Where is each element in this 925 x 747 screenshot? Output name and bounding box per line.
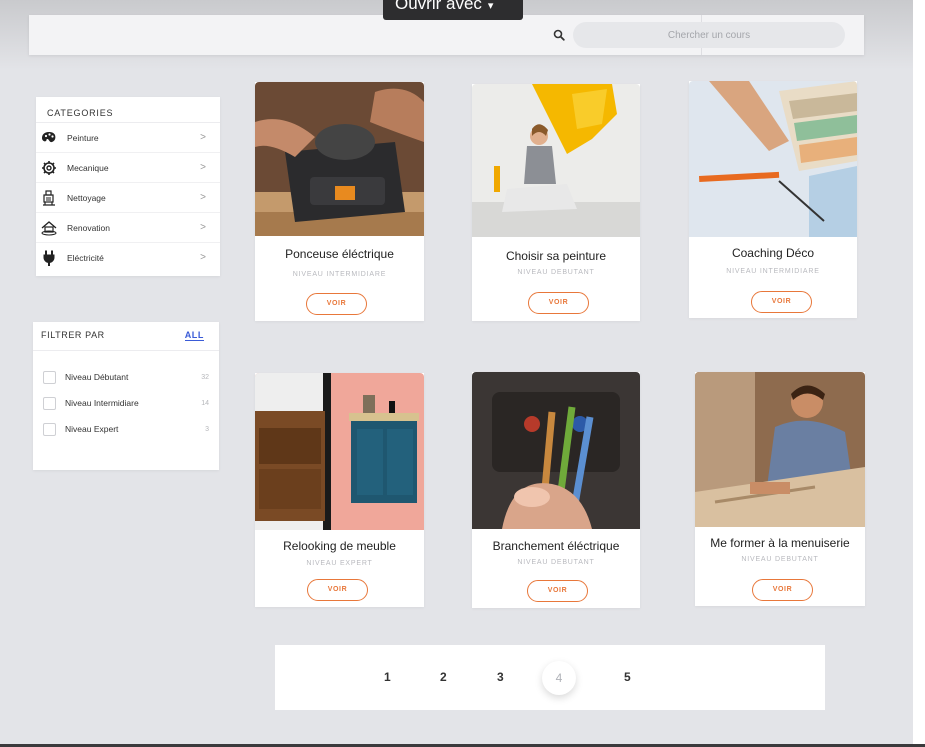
categories-panel: CATEGORIES Peinture > Mecanique > Nettoy… xyxy=(36,97,220,276)
voir-button[interactable]: VOIR xyxy=(306,293,367,315)
filter-option-count: 32 xyxy=(201,373,209,381)
filter-all-link[interactable]: ALL xyxy=(184,330,204,341)
course-card[interactable]: Coaching Déco NIVEAU INTERMIDIARE VOIR xyxy=(689,81,857,318)
voir-button[interactable]: VOIR xyxy=(752,579,813,601)
course-level: NIVEAU DEBUTANT xyxy=(741,556,819,563)
course-image-furniture xyxy=(255,373,424,530)
course-level: NIVEAU INTERMIDIARE xyxy=(726,268,820,275)
filter-header: FILTRER PAR ALL xyxy=(33,322,219,351)
course-level: NIVEAU DEBUTANT xyxy=(517,559,595,566)
category-label: Renovation xyxy=(67,222,111,233)
category-item-nettoyage[interactable]: Nettoyage > xyxy=(36,183,220,213)
category-label: Nettoyage xyxy=(67,192,106,203)
chevron-right-icon: > xyxy=(200,222,206,233)
filter-option-label: Niveau Expert xyxy=(65,424,119,434)
chevron-right-icon: > xyxy=(200,252,206,263)
page-link-1[interactable]: 1 xyxy=(384,670,391,684)
chevron-right-icon: > xyxy=(200,162,206,173)
category-item-peinture[interactable]: Peinture > xyxy=(36,123,220,153)
course-image-woodworking xyxy=(695,372,865,527)
voir-button[interactable]: VOIR xyxy=(307,579,368,601)
course-card[interactable]: Branchement éléctrique NIVEAU DEBUTANT V… xyxy=(472,372,640,608)
filter-option-count: 14 xyxy=(201,399,209,407)
renovation-icon xyxy=(41,220,57,235)
course-title: Branchement éléctrique xyxy=(492,539,620,553)
category-label: Mecanique xyxy=(67,162,109,173)
page-link-3[interactable]: 3 xyxy=(497,670,504,684)
filter-option-expert[interactable]: Niveau Expert 3 xyxy=(43,422,209,436)
course-title: Choisir sa peinture xyxy=(505,249,607,263)
filter-title: FILTRER PAR xyxy=(41,330,105,340)
open-with-label: Ouvrir avec xyxy=(395,0,482,13)
search-icon[interactable] xyxy=(553,29,565,41)
course-card[interactable]: Me former à la menuiserie NIVEAU DEBUTAN… xyxy=(695,372,865,606)
filter-option-label: Niveau Débutant xyxy=(65,372,129,382)
search-bar xyxy=(29,15,864,55)
course-title: Me former à la menuiserie xyxy=(710,536,850,550)
categories-title: CATEGORIES xyxy=(36,97,220,123)
filter-option-label: Niveau Intermidiare xyxy=(65,398,139,408)
course-title: Coaching Déco xyxy=(731,246,815,260)
gear-icon xyxy=(42,160,56,175)
page-link-current[interactable]: 4 xyxy=(542,661,576,695)
checkbox[interactable] xyxy=(43,396,56,410)
course-level: NIVEAU DEBUTANT xyxy=(517,269,595,276)
course-level: NIVEAU EXPERT xyxy=(306,560,373,567)
checkbox[interactable] xyxy=(43,422,56,436)
voir-button[interactable]: VOIR xyxy=(528,292,589,314)
window-edge xyxy=(913,0,925,747)
filter-panel: FILTRER PAR ALL Niveau Débutant 32 Nivea… xyxy=(33,322,219,470)
course-card[interactable]: Choisir sa peinture NIVEAU DEBUTANT VOIR xyxy=(472,84,640,321)
voir-button[interactable]: VOIR xyxy=(527,580,588,602)
course-image-electric-wires xyxy=(472,372,640,529)
course-card[interactable]: Relooking de meuble NIVEAU EXPERT VOIR xyxy=(255,373,424,607)
paint-palette-icon xyxy=(42,131,56,142)
page-link-2[interactable]: 2 xyxy=(440,670,447,684)
chevron-down-icon: ▾ xyxy=(487,0,494,12)
category-label: Eléctricité xyxy=(67,253,104,263)
filter-option-count: 3 xyxy=(205,425,209,433)
course-title: Relooking de meuble xyxy=(283,539,396,553)
course-level: NIVEAU INTERMIDIARE xyxy=(292,271,387,278)
category-item-electricite[interactable]: Eléctricité > xyxy=(36,243,220,273)
checkbox[interactable] xyxy=(43,370,56,384)
search-input[interactable] xyxy=(573,22,845,48)
category-label: Peinture xyxy=(67,132,99,143)
category-item-mecanique[interactable]: Mecanique > xyxy=(36,153,220,183)
page-link-5[interactable]: 5 xyxy=(624,670,631,684)
voir-button[interactable]: VOIR xyxy=(751,291,812,313)
category-item-renovation[interactable]: Renovation > xyxy=(36,213,220,243)
electric-plug-icon xyxy=(43,250,55,266)
chevron-right-icon: > xyxy=(200,132,206,143)
chevron-right-icon: > xyxy=(200,192,206,203)
course-title: Ponceuse éléctrique xyxy=(285,247,394,261)
course-image-painting xyxy=(472,84,640,237)
filter-option-debutant[interactable]: Niveau Débutant 32 xyxy=(43,370,209,384)
course-card[interactable]: Ponceuse éléctrique NIVEAU INTERMIDIARE … xyxy=(255,82,424,321)
filter-option-intermidiare[interactable]: Niveau Intermidiare 14 xyxy=(43,396,209,410)
open-with-button[interactable]: Ouvrir avec ▾ xyxy=(383,0,523,20)
course-image-color-swatches xyxy=(689,81,857,237)
course-image-sander xyxy=(255,82,424,236)
cleaning-icon xyxy=(43,189,55,206)
pagination: 1 2 3 4 5 xyxy=(275,645,825,710)
